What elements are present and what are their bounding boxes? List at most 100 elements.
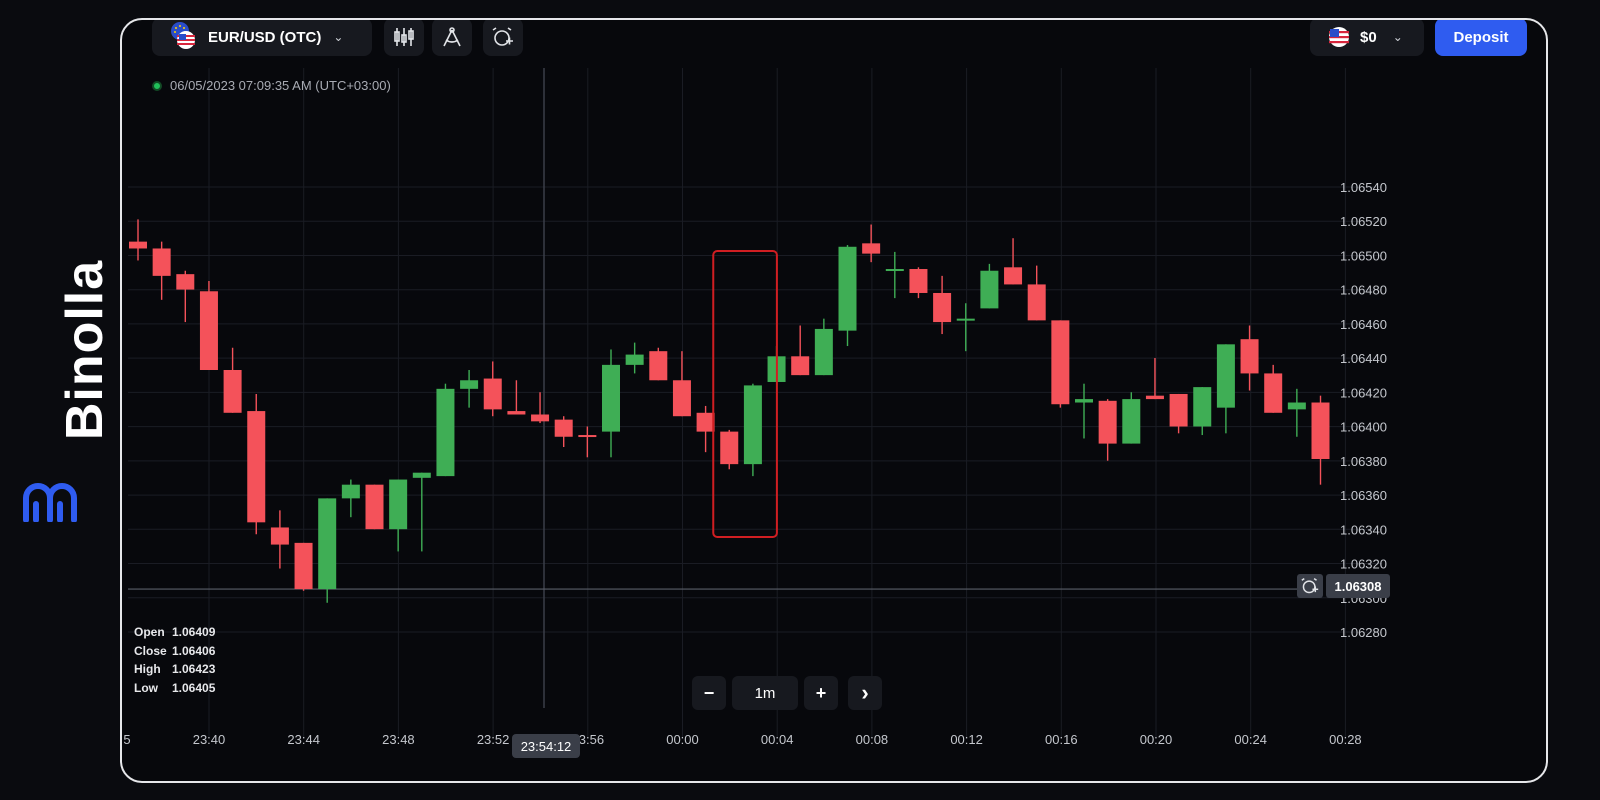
price-alert-button[interactable] (1297, 574, 1323, 598)
zoom-in-button[interactable]: + (804, 676, 838, 710)
candle-down (1098, 400, 1117, 444)
candle-up (1216, 344, 1235, 408)
price-tick-label: 1.06540 (1340, 180, 1387, 195)
time-tick-label: 23:40 (193, 732, 226, 747)
online-status-icon (152, 80, 162, 91)
candle-up (389, 479, 408, 530)
drawing-tools-button[interactable] (432, 20, 472, 56)
candle-down (129, 241, 147, 249)
binolla-logo-icon (23, 483, 77, 522)
candle-down (909, 269, 928, 293)
price-tick-label: 1.06380 (1340, 454, 1387, 469)
candle-down (1004, 267, 1023, 285)
candle-down (365, 484, 384, 530)
account-selector[interactable]: $0 ⌄ (1310, 20, 1424, 56)
candlestick-chart-icon (394, 28, 414, 46)
candle-down (152, 248, 171, 276)
candle-up (980, 270, 999, 309)
candle-up (1287, 402, 1306, 410)
candle-up (814, 328, 833, 376)
price-tick-label: 1.06400 (1340, 420, 1387, 435)
candle-down (1311, 402, 1330, 459)
candle-down (1169, 393, 1188, 427)
ohlc-close: Close 1.06406 (134, 643, 216, 658)
price-tick-label: 1.06500 (1340, 248, 1387, 263)
candle-up (956, 318, 975, 321)
price-tick-label: 1.06360 (1340, 488, 1387, 503)
price-tick-label: 1.06320 (1340, 557, 1387, 572)
candle-up (318, 498, 337, 590)
candle-down (1027, 284, 1046, 321)
candle-up (1075, 399, 1093, 403)
asset-name: EUR/USD (OTC) (208, 28, 322, 46)
time-tick-label: 00:28 (1329, 732, 1362, 747)
ohlc-panel: Open 1.06409 Close 1.06406 High 1.06423 Low… (134, 623, 215, 697)
interval-selector[interactable]: 1m (732, 676, 798, 710)
time-tick-label: 00:24 (1234, 732, 1267, 747)
drawing-tools-icon (443, 27, 461, 47)
price-tick-label: 1.06440 (1340, 351, 1387, 366)
candle-up (436, 388, 455, 477)
add-alert-button[interactable] (483, 20, 523, 56)
candle-up (1122, 399, 1141, 444)
candle-up (625, 354, 644, 365)
chevron-down-icon: ⌄ (1392, 30, 1403, 44)
candle-down (1051, 320, 1070, 405)
candle-down (199, 291, 218, 370)
time-tick-label: 00:04 (761, 732, 794, 747)
candle-up (460, 380, 479, 389)
time-tick-label: 00:00 (666, 732, 699, 747)
zoom-out-button[interactable]: − (692, 676, 726, 710)
scroll-right-button[interactable]: › (848, 676, 882, 710)
time-tick-label: 23:44 (287, 732, 320, 747)
candle-down (270, 527, 289, 545)
time-tick-label: 5 (123, 732, 130, 747)
brand-panel: Binolla (0, 0, 115, 800)
candle-down (791, 356, 810, 376)
price-tick-label: 1.06420 (1340, 385, 1387, 400)
candle-up (838, 246, 857, 331)
candle-down (720, 431, 739, 465)
candle-down (1145, 395, 1164, 400)
candle-down (1264, 373, 1283, 413)
time-tick-label: 00:12 (950, 732, 983, 747)
time-tick-label: 23:52 (477, 732, 510, 747)
brand-name: Binolla (56, 259, 114, 441)
us-flag-icon (1329, 27, 1349, 47)
current-price-label: 1.06308 (1326, 574, 1390, 598)
chart-type-button[interactable] (384, 20, 424, 56)
price-tick-label: 1.06340 (1340, 522, 1387, 537)
zoom-controls: − 1m + › (692, 676, 882, 710)
account-balance: $0 (1360, 28, 1377, 46)
candle-down (294, 542, 313, 590)
candle-up (341, 484, 360, 499)
candle-up (885, 269, 904, 272)
price-tick-label: 1.06480 (1340, 283, 1387, 298)
candle-down (531, 414, 550, 422)
ohlc-open: Open 1.06409 (134, 625, 216, 639)
candle-down (554, 419, 573, 437)
ohlc-high: High 1.06423 (134, 662, 216, 676)
candle-down (696, 412, 715, 432)
deposit-button[interactable]: Deposit (1435, 20, 1527, 56)
chevron-down-icon: ⌄ (333, 30, 344, 44)
price-tick-label: 1.06520 (1340, 214, 1387, 229)
asset-selector[interactable]: EUR/USD (OTC) ⌄ (152, 20, 372, 56)
candle-down (247, 411, 266, 523)
price-tick-label: 1.06280 (1340, 625, 1387, 640)
candle-down (223, 370, 242, 413)
time-tick-label: 23:48 (382, 732, 415, 747)
candle-down (483, 378, 502, 410)
candle-up (1193, 387, 1212, 427)
candle-down (1240, 339, 1259, 374)
trading-window: 5 23:40 23:44 23:48 23:52 23:56 00:00 00:04 00:0… (120, 18, 1548, 783)
candle-down (507, 411, 526, 415)
ohlc-low: Low 1.06405 (134, 680, 216, 695)
candle-down (578, 435, 597, 438)
candle-up (602, 364, 620, 432)
candle-down (672, 380, 691, 417)
crosshair-time-label: 23:54:12 (512, 734, 580, 758)
add-alert-icon (1301, 578, 1319, 594)
candle-down (176, 274, 195, 290)
price-chart[interactable]: 5 23:40 23:44 23:48 23:52 23:56 00:00 00:04 00:0… (122, 20, 1548, 783)
